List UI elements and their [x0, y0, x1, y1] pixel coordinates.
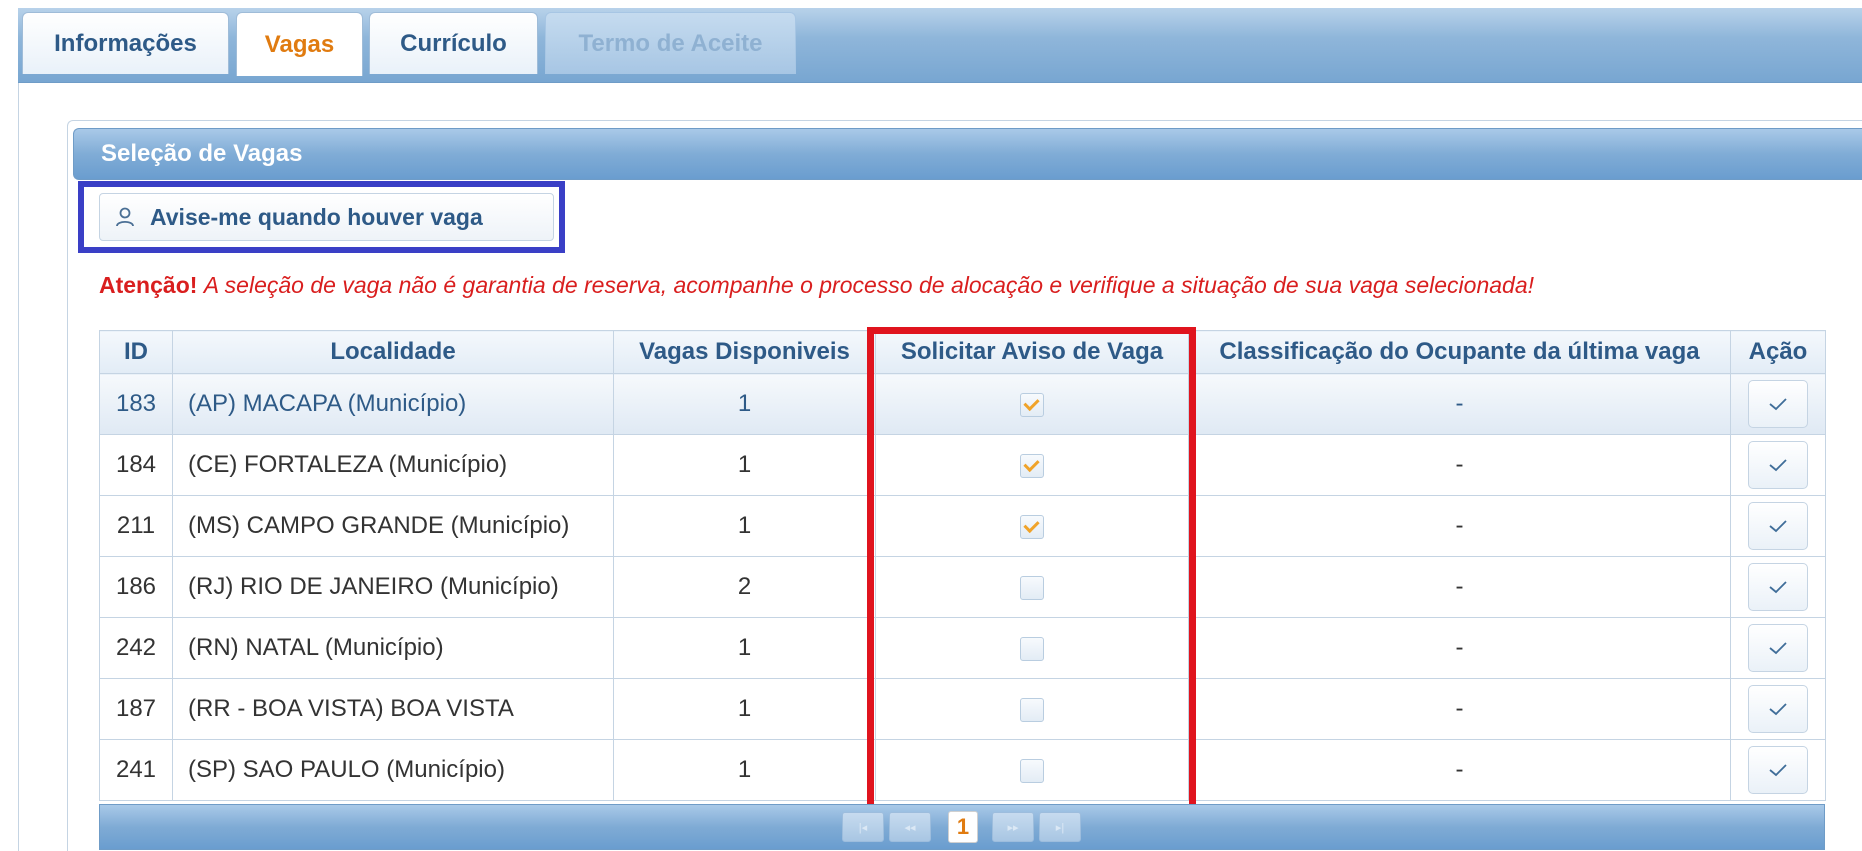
request-notice-checkbox[interactable] [1020, 514, 1044, 539]
cell-action [1730, 617, 1826, 679]
cell-locality: (RJ) RIO DE JANEIRO (Município) [172, 556, 614, 618]
header-available[interactable]: Vagas Disponiveis [613, 330, 876, 374]
cell-classification: - [1188, 373, 1731, 435]
check-icon [1769, 398, 1787, 411]
cell-id: 184 [99, 434, 173, 496]
select-vaga-button[interactable] [1748, 624, 1808, 672]
highlight-box-blue [78, 181, 565, 253]
cell-request-notice [875, 373, 1189, 435]
cell-request-notice [875, 678, 1189, 740]
header-locality[interactable]: Localidade [172, 330, 614, 374]
cell-available: 1 [613, 373, 876, 435]
warning-strong: Atenção! [99, 272, 198, 298]
current-page[interactable]: 1 [948, 811, 978, 843]
cell-action [1730, 434, 1826, 496]
check-icon [1769, 703, 1787, 716]
cell-available: 1 [613, 495, 876, 557]
select-vaga-button[interactable] [1748, 502, 1808, 550]
cell-classification: - [1188, 617, 1731, 679]
cell-id: 241 [99, 739, 173, 801]
check-icon [1769, 764, 1787, 777]
select-vaga-button[interactable] [1748, 563, 1808, 611]
table-row[interactable]: 184 (CE) FORTALEZA (Município) 1 - [99, 434, 1826, 496]
cell-action [1730, 495, 1826, 557]
check-icon [1769, 581, 1787, 594]
tab-termo-de-aceite: Termo de Aceite [545, 12, 796, 74]
vagas-table: ID Localidade Vagas Disponiveis Solicita… [99, 330, 1826, 801]
table-row[interactable]: 186 (RJ) RIO DE JANEIRO (Município) 2 - [99, 556, 1826, 618]
header-request-notice[interactable]: Solicitar Aviso de Vaga [875, 330, 1189, 374]
table-row[interactable]: 211 (MS) CAMPO GRANDE (Município) 1 - [99, 495, 1826, 557]
cell-request-notice [875, 434, 1189, 496]
cell-action [1730, 373, 1826, 435]
select-vaga-button[interactable] [1748, 380, 1808, 428]
cell-id: 211 [99, 495, 173, 557]
panel-title: Seleção de Vagas [101, 140, 303, 167]
next-page-icon[interactable]: ▸▸ [992, 812, 1034, 842]
cell-locality: (SP) SAO PAULO (Município) [172, 739, 614, 801]
cell-available: 1 [613, 434, 876, 496]
select-vaga-button[interactable] [1748, 746, 1808, 794]
cell-request-notice [875, 495, 1189, 557]
last-page-icon[interactable]: ▸| [1039, 812, 1081, 842]
cell-action [1730, 556, 1826, 618]
cell-classification: - [1188, 678, 1731, 740]
table-row[interactable]: 241 (SP) SAO PAULO (Município) 1 - [99, 739, 1826, 801]
prev-page-icon[interactable]: ◂◂ [889, 812, 931, 842]
check-icon [1769, 520, 1787, 533]
table-row[interactable]: 242 (RN) NATAL (Município) 1 - [99, 617, 1826, 679]
panel-header [73, 128, 1862, 180]
tab-vagas[interactable]: Vagas [236, 12, 363, 76]
request-notice-checkbox[interactable] [1020, 575, 1044, 600]
select-vaga-button[interactable] [1748, 685, 1808, 733]
cell-action [1730, 739, 1826, 801]
cell-classification: - [1188, 495, 1731, 557]
request-notice-checkbox[interactable] [1020, 453, 1044, 478]
cell-classification: - [1188, 556, 1731, 618]
cell-available: 1 [613, 678, 876, 740]
header-classification[interactable]: Classificação do Ocupante da última vaga [1188, 330, 1731, 374]
check-icon [1769, 459, 1787, 472]
cell-available: 1 [613, 739, 876, 801]
request-notice-checkbox[interactable] [1020, 697, 1044, 722]
cell-id: 187 [99, 678, 173, 740]
cell-locality: (CE) FORTALEZA (Município) [172, 434, 614, 496]
cell-locality: (MS) CAMPO GRANDE (Município) [172, 495, 614, 557]
first-page-icon[interactable]: |◂ [842, 812, 884, 842]
cell-locality: (RR - BOA VISTA) BOA VISTA [172, 678, 614, 740]
warning-message: Atenção! A seleção de vaga não é garanti… [99, 272, 1534, 299]
cell-available: 2 [613, 556, 876, 618]
warning-text: A seleção de vaga não é garantia de rese… [203, 272, 1535, 298]
cell-id: 242 [99, 617, 173, 679]
cell-request-notice [875, 556, 1189, 618]
request-notice-checkbox[interactable] [1020, 392, 1044, 417]
cell-available: 1 [613, 617, 876, 679]
table-row[interactable]: 187 (RR - BOA VISTA) BOA VISTA 1 - [99, 678, 1826, 740]
check-icon [1769, 642, 1787, 655]
header-action: Ação [1730, 330, 1826, 374]
tab-informacoes[interactable]: Informações [22, 12, 229, 74]
header-id[interactable]: ID [99, 330, 173, 374]
tab-curriculo[interactable]: Currículo [369, 12, 538, 74]
cell-request-notice [875, 739, 1189, 801]
table-row[interactable]: 183 (AP) MACAPA (Município) 1 - [99, 373, 1826, 435]
cell-request-notice [875, 617, 1189, 679]
select-vaga-button[interactable] [1748, 441, 1808, 489]
cell-action [1730, 678, 1826, 740]
cell-classification: - [1188, 434, 1731, 496]
cell-id: 186 [99, 556, 173, 618]
table-header-row: ID Localidade Vagas Disponiveis Solicita… [99, 330, 1826, 374]
cell-locality: (AP) MACAPA (Município) [172, 373, 614, 435]
request-notice-checkbox[interactable] [1020, 758, 1044, 783]
cell-id: 183 [99, 373, 173, 435]
cell-locality: (RN) NATAL (Município) [172, 617, 614, 679]
request-notice-checkbox[interactable] [1020, 636, 1044, 661]
cell-classification: - [1188, 739, 1731, 801]
